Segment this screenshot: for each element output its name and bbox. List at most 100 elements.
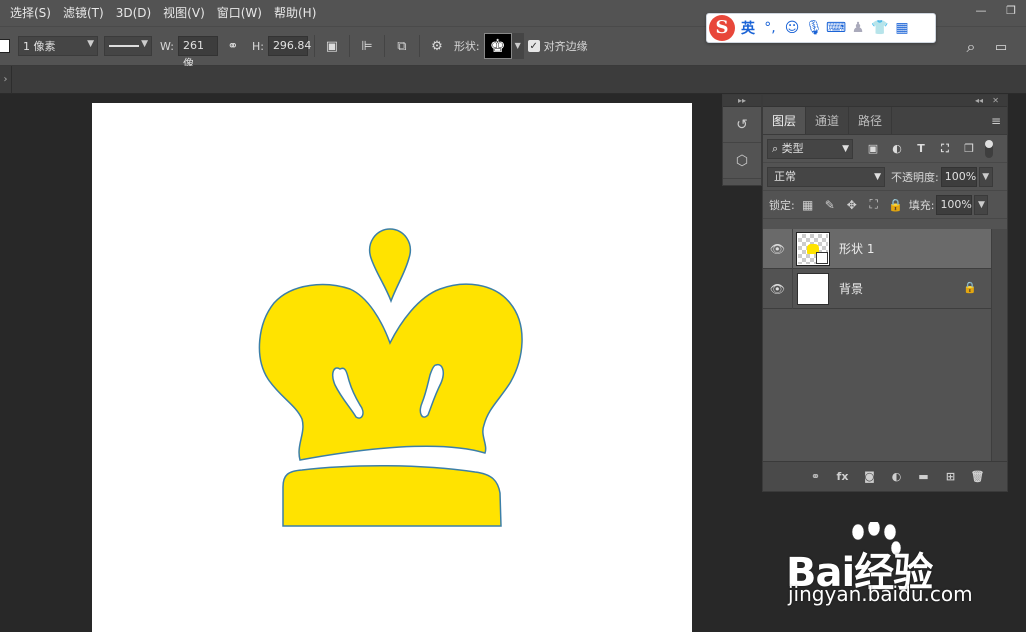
filter-toggle[interactable] — [985, 139, 993, 158]
menu-help[interactable]: 帮助(H) — [268, 0, 322, 26]
layer-filter-row: ⌕ 类型 ▼ ▣ ◐ T ⛶ ❐ — [763, 135, 1007, 163]
chevron-down-icon: ▼ — [87, 39, 94, 49]
keyboard-icon[interactable]: ⌨ — [825, 17, 847, 39]
image-filter-icon[interactable]: ▣ — [861, 139, 885, 159]
adjustment-filter-icon[interactable]: ◐ — [885, 139, 909, 159]
punctuation-toggle[interactable]: °, — [759, 17, 781, 39]
chevron-down-icon[interactable]: ▼ — [978, 166, 993, 187]
stroke-line-icon — [109, 45, 139, 47]
lock-position-icon[interactable]: ✥ — [841, 195, 863, 215]
divider — [348, 35, 350, 57]
expand-panels-icon[interactable]: ▸▸ — [723, 95, 761, 107]
layers-footer: ⚭ fx ◙ ◐ ▬ ⊞ 🗑 — [763, 461, 1007, 491]
lock-row: 锁定: ▦ ✎ ✥ ⛶ 🔒 填充: 100% ▼ — [763, 191, 1007, 219]
shirt-icon[interactable]: 👕 — [869, 17, 891, 39]
fx-icon[interactable]: fx — [829, 466, 856, 488]
chevron-down-icon: ▼ — [874, 171, 881, 182]
layer-row-background[interactable]: 👁 背景 🔒 — [763, 268, 991, 309]
opacity-label: 不透明度: — [891, 170, 939, 184]
menu-view[interactable]: 视图(V) — [157, 0, 211, 26]
workspace-icon[interactable]: ▭ — [990, 36, 1012, 58]
lock-transparency-icon[interactable]: ▦ — [797, 195, 819, 215]
tab-layers[interactable]: 图层 — [763, 107, 807, 134]
panel-title-bar: ◂◂ ✕ — [763, 95, 1007, 107]
history-icon[interactable]: ↺ — [723, 107, 761, 143]
sogou-logo-icon[interactable]: S — [709, 15, 735, 41]
blend-mode-select[interactable]: 正常 ▼ — [767, 166, 885, 187]
menu-window[interactable]: 窗口(W) — [211, 0, 268, 26]
adjustment-icon[interactable]: ◐ — [883, 466, 910, 488]
mic-icon[interactable]: 🎙 — [803, 17, 825, 39]
eye-icon[interactable]: 👁 — [763, 228, 793, 269]
panel-menu-icon[interactable]: ≡ — [991, 107, 1001, 135]
link-icon[interactable]: ⚭ — [802, 466, 829, 488]
fill-input[interactable]: 100% — [936, 194, 973, 215]
shape-filter-icon[interactable]: ⛶ — [933, 139, 957, 159]
blend-mode-value: 正常 — [774, 169, 796, 183]
menu-select[interactable]: 选择(S) — [0, 0, 57, 26]
chevron-down-icon[interactable]: ▼ — [511, 33, 524, 59]
mask-icon[interactable]: ◙ — [856, 466, 883, 488]
layers-scrollbar[interactable] — [991, 229, 1007, 461]
layer-thumbnail — [797, 272, 829, 305]
minimize-icon[interactable]: — — [966, 0, 996, 20]
close-icon[interactable]: ✕ — [992, 95, 999, 106]
layer-thumbnail — [796, 231, 830, 266]
apps-icon[interactable]: ▦ — [891, 17, 913, 39]
path-arrangement-icon[interactable]: ⧉ — [391, 35, 413, 57]
blend-row: 正常 ▼ 不透明度: 100% ▼ — [763, 163, 1007, 191]
chevron-down-icon: ▼ — [842, 143, 849, 154]
crown-artwork — [258, 228, 523, 527]
gear-icon[interactable]: ⚙ — [426, 35, 448, 57]
path-alignment-icon[interactable]: ⊫ — [356, 35, 378, 57]
restore-icon[interactable]: ❐ — [996, 0, 1026, 20]
ime-language-toggle[interactable]: 英 — [741, 18, 755, 38]
type-filter-icon[interactable]: T — [909, 139, 933, 159]
search-icon[interactable]: ⌕ — [960, 36, 982, 58]
3d-panel-icon[interactable]: ⬡ — [723, 143, 761, 179]
lock-label: 锁定: — [769, 198, 795, 212]
user-icon[interactable]: ♟ — [847, 17, 869, 39]
fill-label: 填充: — [908, 198, 935, 212]
new-layer-icon[interactable]: ⊞ — [937, 466, 964, 488]
chevron-down-icon[interactable]: ▼ — [974, 194, 989, 215]
smart-object-filter-icon[interactable]: ❐ — [957, 139, 981, 159]
ime-toolbar: S 英 °, ☺ 🎙 ⌨ ♟ 👕 ▦ — [706, 13, 936, 43]
layer-row-shape[interactable]: 👁 形状 1 — [763, 228, 991, 269]
baidu-jingyan-watermark: Bai经验 jingyan.baidu.com — [786, 522, 986, 612]
lock-icon: 🔒 — [963, 281, 977, 294]
stroke-swatch[interactable] — [0, 39, 10, 53]
panel-dock-strip: ▸▸ ↺ ⬡ — [722, 94, 762, 186]
menu-filter[interactable]: 滤镜(T) — [57, 0, 110, 26]
link-icon[interactable]: ⚭ — [222, 35, 244, 57]
document-tab-strip: › — [0, 66, 1026, 94]
chevron-right-icon[interactable]: › — [0, 66, 12, 94]
collapse-icon[interactable]: ◂◂ — [975, 95, 983, 106]
stroke-width-select[interactable]: 1 像素 ▼ — [18, 36, 98, 56]
document-canvas[interactable] — [92, 103, 692, 632]
lock-artboard-icon[interactable]: ⛶ — [863, 195, 885, 215]
height-input[interactable]: 296.84 — [267, 36, 311, 56]
width-input[interactable]: 261 像 — [177, 36, 218, 70]
filter-kind-select[interactable]: ⌕ 类型 ▼ — [767, 138, 853, 159]
align-edges-checkbox[interactable]: ✓ — [527, 40, 540, 52]
tab-channels[interactable]: 通道 — [806, 107, 850, 134]
trash-icon[interactable]: 🗑 — [964, 466, 991, 488]
menu-3d[interactable]: 3D(D) — [110, 0, 157, 26]
folder-icon[interactable]: ▬ — [910, 466, 937, 488]
search-icon: ⌕ — [772, 141, 782, 155]
opacity-input[interactable]: 100% — [940, 166, 977, 187]
crown-shape-preset-icon[interactable]: ♚ — [483, 33, 512, 59]
watermark-url: jingyan.baidu.com — [788, 582, 973, 606]
emoji-icon[interactable]: ☺ — [781, 17, 803, 39]
crown-body — [258, 283, 523, 461]
panel-tabs: 图层 通道 路径 ≡ — [763, 107, 1007, 135]
shape-label: 形状: — [453, 40, 480, 53]
divider — [313, 35, 315, 57]
eye-icon[interactable]: 👁 — [763, 268, 793, 309]
tab-paths[interactable]: 路径 — [849, 107, 893, 134]
path-operations-icon[interactable]: ▣ — [321, 35, 343, 57]
stroke-type-select[interactable]: ▼ — [104, 36, 152, 56]
lock-all-icon[interactable]: 🔒 — [885, 195, 907, 215]
lock-pixels-icon[interactable]: ✎ — [819, 195, 841, 215]
